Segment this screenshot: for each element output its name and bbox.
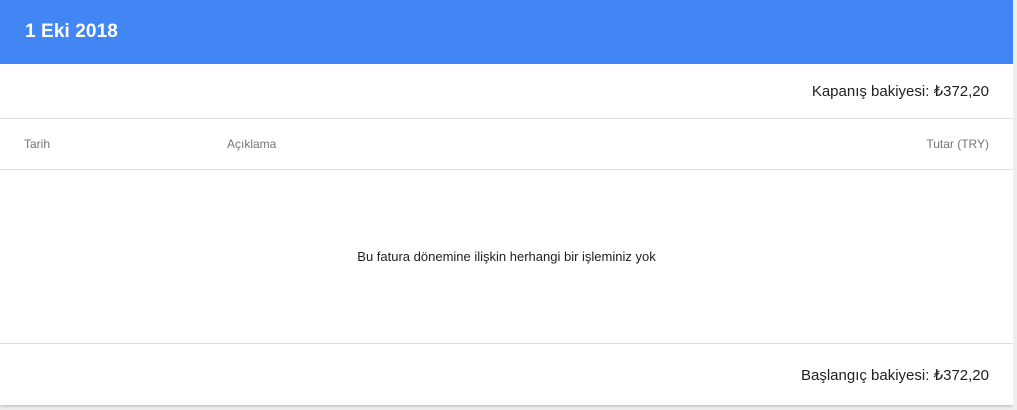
- column-header-description: Açıklama: [227, 137, 277, 151]
- statement-header: 1 Eki 2018: [0, 0, 1013, 64]
- closing-balance-row: Kapanış bakiyesi: ₺372,20: [0, 64, 1013, 119]
- transactions-empty-state: Bu fatura dönemine ilişkin herhangi bir …: [0, 170, 1013, 344]
- column-header-amount: Tutar (TRY): [926, 137, 989, 151]
- empty-message: Bu fatura dönemine ilişkin herhangi bir …: [357, 249, 656, 264]
- statement-card: 1 Eki 2018 Kapanış bakiyesi: ₺372,20 Tar…: [0, 0, 1013, 405]
- table-header: Tarih Açıklama Tutar (TRY): [0, 119, 1013, 170]
- closing-balance: Kapanış bakiyesi: ₺372,20: [811, 83, 989, 100]
- column-header-date: Tarih: [24, 137, 51, 151]
- opening-balance: Başlangıç bakiyesi: ₺372,20: [801, 366, 989, 384]
- opening-balance-row: Başlangıç bakiyesi: ₺372,20: [0, 344, 1013, 405]
- period-title: 1 Eki 2018: [25, 21, 118, 42]
- page-background-strip: [1013, 0, 1017, 410]
